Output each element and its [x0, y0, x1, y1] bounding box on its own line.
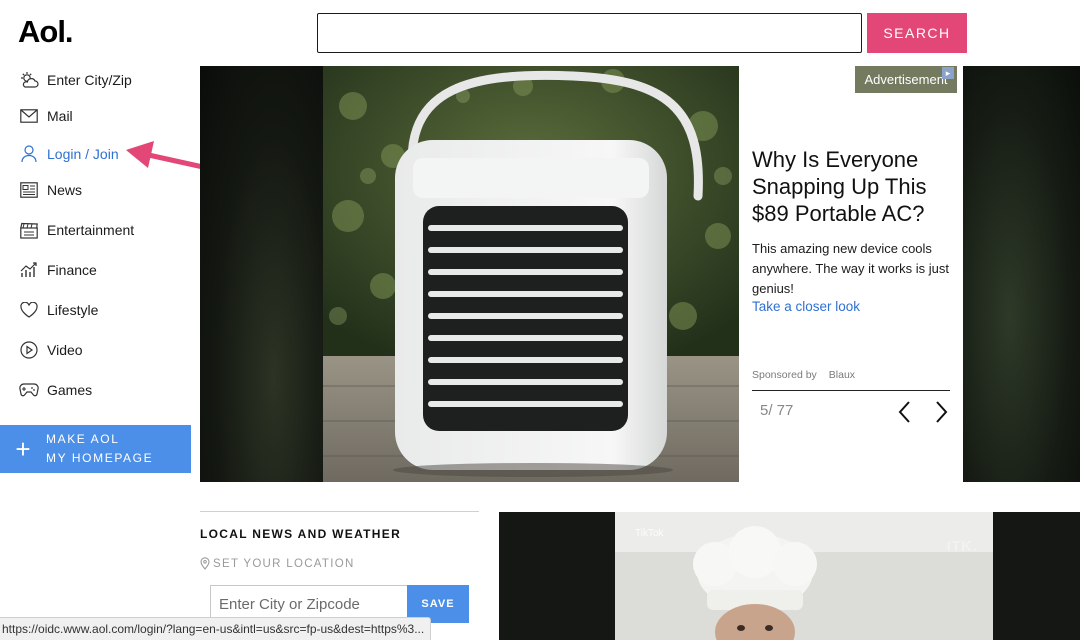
- sidebar-item-login[interactable]: Login / Join: [18, 136, 119, 172]
- make-homepage-button[interactable]: + MAKE AOL MY HOMEPAGE: [0, 425, 191, 473]
- ad-divider: [752, 390, 950, 391]
- sidebar-item-entertainment[interactable]: Entertainment: [18, 212, 134, 248]
- ad-sponsor: Sponsored by Blaux: [752, 369, 856, 381]
- tiktok-watermark: TikTok: [635, 528, 664, 539]
- hero-background-right: [963, 66, 1080, 482]
- sidebar-item-label: Lifestyle: [47, 302, 99, 318]
- sidebar-item-weather[interactable]: Enter City/Zip: [18, 62, 132, 98]
- sidebar-item-label: Login / Join: [47, 146, 119, 162]
- ad-text-panel: Why Is Everyone Snapping Up This $89 Por…: [739, 66, 963, 482]
- chevron-left-icon[interactable]: [897, 400, 913, 424]
- heart-icon: [18, 299, 40, 321]
- sidebar-item-mail[interactable]: Mail: [18, 98, 73, 134]
- weather-icon: [18, 69, 40, 91]
- hero-ad-carousel[interactable]: Why Is Everyone Snapping Up This $89 Por…: [200, 66, 1080, 482]
- sidebar-item-label: Entertainment: [47, 222, 135, 238]
- play-icon: [18, 339, 40, 361]
- local-news-divider: [200, 511, 479, 512]
- itk-watermark: ITK.: [946, 538, 977, 555]
- sidebar-item-label: Games: [47, 382, 93, 398]
- sidebar-item-label: Enter City/Zip: [47, 72, 132, 88]
- sidebar-item-news[interactable]: News: [18, 172, 82, 208]
- user-icon: [18, 143, 40, 165]
- portable-ac-image[interactable]: [323, 66, 739, 482]
- news-icon: [18, 179, 40, 201]
- plus-icon: +: [15, 433, 31, 464]
- clapperboard-icon: [18, 219, 40, 241]
- sidebar-item-label: News: [47, 182, 83, 198]
- video-thumbnail[interactable]: TikTok ITK.: [615, 512, 993, 640]
- sidebar-item-label: Finance: [47, 262, 97, 278]
- sidebar-item-finance[interactable]: Finance: [18, 252, 97, 288]
- search-button[interactable]: SEARCH: [867, 13, 967, 53]
- advertisement-tag[interactable]: Advertisement ▸: [855, 66, 957, 93]
- hero-background-left: [200, 66, 323, 482]
- ad-headline[interactable]: Why Is Everyone Snapping Up This $89 Por…: [752, 146, 957, 227]
- ad-blurb: This amazing new device cools anywhere. …: [752, 241, 949, 296]
- finance-chart-icon: [18, 259, 40, 281]
- set-location-label[interactable]: SET YOUR LOCATION: [200, 557, 355, 570]
- location-pin-icon: [200, 557, 210, 570]
- sidebar-item-video[interactable]: Video: [18, 332, 83, 368]
- sidebar-item-label: Video: [47, 342, 83, 358]
- ad-cta-link[interactable]: Take a closer look: [752, 299, 860, 314]
- local-news-title: LOCAL NEWS AND WEATHER: [200, 527, 402, 541]
- chevron-right-icon[interactable]: [933, 400, 949, 424]
- make-homepage-label: MAKE AOL MY HOMEPAGE: [46, 432, 154, 465]
- video-tile[interactable]: TikTok ITK.: [499, 512, 1080, 640]
- sidebar-item-label: Mail: [47, 108, 73, 124]
- sidebar-item-lifestyle[interactable]: Lifestyle: [18, 292, 98, 328]
- sidebar-item-games[interactable]: Games: [18, 372, 92, 408]
- adchoices-icon[interactable]: ▸: [942, 67, 954, 79]
- mail-icon: [18, 105, 40, 127]
- status-bar-url: https://oidc.www.aol.com/login/?lang=en-…: [0, 617, 432, 640]
- aol-logo[interactable]: Aol.: [18, 14, 74, 50]
- carousel-counter: 5/ 77: [760, 402, 794, 419]
- gamepad-icon: [18, 379, 40, 401]
- search-input[interactable]: [317, 13, 862, 53]
